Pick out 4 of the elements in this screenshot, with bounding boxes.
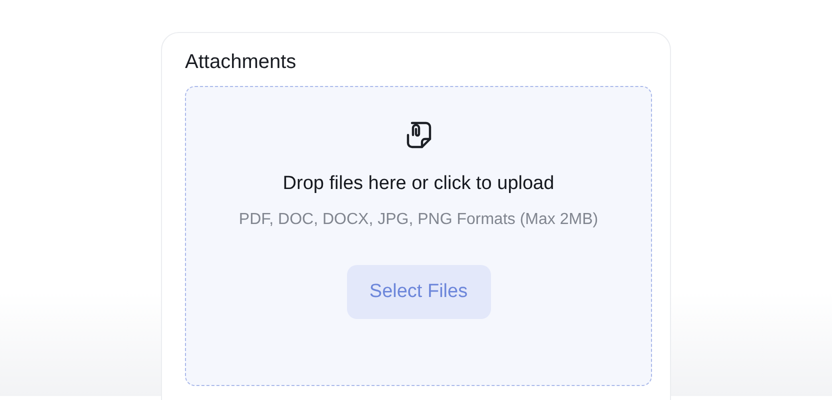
card-title: Attachments <box>185 51 298 74</box>
file-dropzone[interactable]: Drop files here or click to upload PDF, DOC, DOCX, JPG, PNG Formats (Max 2MB) Select Files <box>185 86 652 386</box>
upload-heading: Drop files here or click to upload <box>282 173 554 195</box>
format-hint: PDF, DOC, DOCX, JPG, PNG Formats (Max 2MB) <box>238 211 598 229</box>
